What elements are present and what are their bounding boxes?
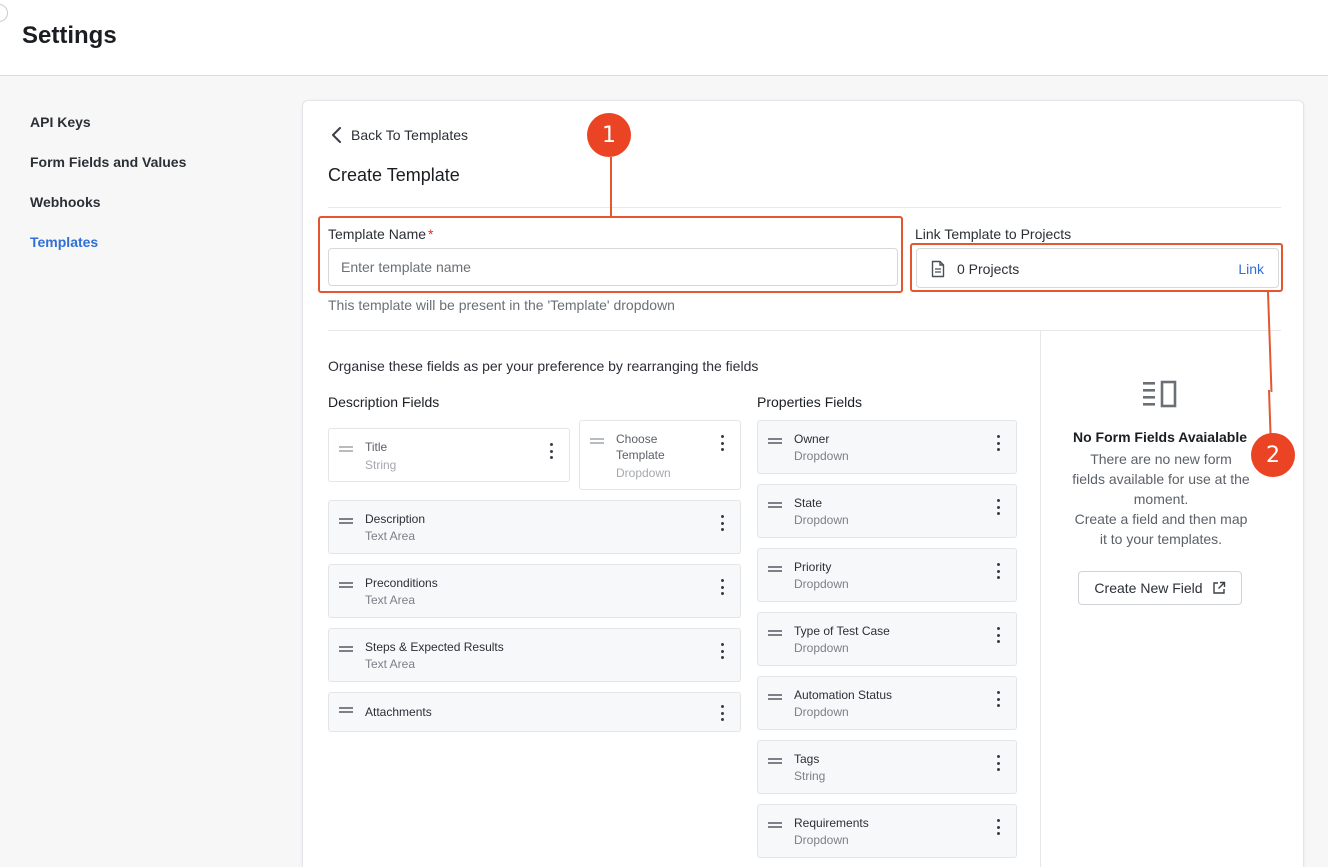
empty-state-message: There are no new form fields available f… <box>1072 451 1250 547</box>
field-type: Dropdown <box>794 833 849 847</box>
top-bar: Settings <box>0 0 1328 76</box>
field-name: Title <box>365 440 388 454</box>
sidebar-item-templates[interactable]: Templates <box>30 234 98 250</box>
field-name: Owner <box>794 432 830 446</box>
more-options-icon[interactable] <box>721 515 725 531</box>
sidebar-item-form-fields[interactable]: Form Fields and Values <box>30 154 186 170</box>
more-options-icon[interactable] <box>997 627 1001 643</box>
properties-fields-title: Properties Fields <box>757 394 863 410</box>
field-name: Preconditions <box>365 576 438 590</box>
annotation-box-2 <box>910 243 1283 292</box>
field-card-state[interactable]: State Dropdown <box>757 484 1017 538</box>
drag-handle-icon[interactable] <box>339 646 353 652</box>
field-name: Description <box>365 512 426 526</box>
field-name: Priority <box>794 560 832 574</box>
drag-handle-icon[interactable] <box>768 630 782 636</box>
field-card-requirements[interactable]: Requirements Dropdown <box>757 804 1017 858</box>
field-name: Automation Status <box>794 688 893 702</box>
field-type: Dropdown <box>794 641 849 655</box>
drag-handle-icon[interactable] <box>768 694 782 700</box>
field-card-description[interactable]: Description Text Area <box>328 500 741 554</box>
back-label: Back To Templates <box>351 127 468 143</box>
empty-state-title: No Form Fields Avaialable <box>1072 429 1247 445</box>
field-name: Choose Template <box>616 432 665 462</box>
field-name: Attachments <box>365 705 432 719</box>
settings-sidebar: API Keys Form Fields and Values Webhooks… <box>0 77 290 867</box>
page-header-title: Settings <box>22 22 117 49</box>
annotation-box-1 <box>318 216 903 293</box>
field-type: Text Area <box>365 529 416 543</box>
more-options-icon[interactable] <box>997 755 1001 771</box>
drag-handle-icon[interactable] <box>768 758 782 764</box>
drag-handle-icon[interactable] <box>339 582 353 588</box>
page-title: Create Template <box>328 165 460 185</box>
drag-handle-icon[interactable] <box>768 502 782 508</box>
annotation-badge-2: 2 <box>1251 433 1295 477</box>
create-new-field-label: Create New Field <box>1094 580 1203 596</box>
field-card-attachments[interactable]: Attachments <box>328 692 741 732</box>
field-type: Dropdown <box>794 513 849 527</box>
more-options-icon[interactable] <box>721 579 725 595</box>
field-type: Dropdown <box>616 466 671 480</box>
field-type: String <box>365 458 397 472</box>
field-type: Dropdown <box>794 449 849 463</box>
template-name-hint: This template will be present in the 'Te… <box>328 297 675 313</box>
annotation-line-1 <box>610 157 612 217</box>
field-type: Dropdown <box>794 577 849 591</box>
field-name: Steps & Expected Results <box>365 640 504 654</box>
field-name: State <box>794 496 823 510</box>
corner-circle-icon <box>0 4 8 22</box>
more-options-icon[interactable] <box>997 435 1001 451</box>
back-to-templates-link[interactable]: Back To Templates <box>331 127 468 143</box>
field-type: Text Area <box>365 657 416 671</box>
drag-handle-icon[interactable] <box>768 566 782 572</box>
form-layout-icon <box>1143 380 1177 408</box>
field-type: Text Area <box>365 593 416 607</box>
more-options-icon[interactable] <box>997 499 1001 515</box>
field-card-tags[interactable]: Tags String <box>757 740 1017 794</box>
organise-instructions: Organise these fields as per your prefer… <box>328 358 759 374</box>
field-name: Requirements <box>794 816 869 830</box>
sidebar-item-api-keys[interactable]: API Keys <box>30 114 91 130</box>
field-card-owner[interactable]: Owner Dropdown <box>757 420 1017 474</box>
drag-handle-icon[interactable] <box>339 707 353 713</box>
annotation-badge-1: 1 <box>587 113 631 157</box>
available-fields-pane: No Form Fields Avaialable There are no n… <box>1040 331 1304 867</box>
more-options-icon[interactable] <box>721 643 725 659</box>
field-type: Dropdown <box>794 705 849 719</box>
drag-handle-icon[interactable] <box>768 822 782 828</box>
more-options-icon[interactable] <box>721 705 725 721</box>
more-options-icon[interactable] <box>997 819 1001 835</box>
field-type: String <box>794 769 826 783</box>
drag-handle-icon[interactable] <box>590 438 604 444</box>
more-options-icon[interactable] <box>721 435 725 451</box>
field-name: Type of Test Case <box>794 624 890 638</box>
link-projects-label: Link Template to Projects <box>915 226 1072 242</box>
field-card-type-of-test-case[interactable]: Type of Test Case Dropdown <box>757 612 1017 666</box>
more-options-icon[interactable] <box>997 563 1001 579</box>
divider <box>328 207 1281 208</box>
create-new-field-button[interactable]: Create New Field <box>1078 571 1242 605</box>
chevron-left-icon <box>332 127 341 143</box>
drag-handle-icon[interactable] <box>339 446 353 452</box>
drag-handle-icon[interactable] <box>339 518 353 524</box>
external-link-icon <box>1212 581 1225 594</box>
field-card-steps-expected-results[interactable]: Steps & Expected Results Text Area <box>328 628 741 682</box>
field-card-preconditions[interactable]: Preconditions Text Area <box>328 564 741 618</box>
sidebar-item-webhooks[interactable]: Webhooks <box>30 194 101 210</box>
field-card-choose-template[interactable]: Choose Template Dropdown <box>579 420 741 490</box>
description-fields-title: Description Fields <box>328 394 440 410</box>
field-card-automation-status[interactable]: Automation Status Dropdown <box>757 676 1017 730</box>
field-name: Tags <box>794 752 820 766</box>
field-card-title[interactable]: Title String <box>328 428 570 482</box>
more-options-icon[interactable] <box>550 443 554 459</box>
field-card-priority[interactable]: Priority Dropdown <box>757 548 1017 602</box>
drag-handle-icon[interactable] <box>768 438 782 444</box>
more-options-icon[interactable] <box>997 691 1001 707</box>
